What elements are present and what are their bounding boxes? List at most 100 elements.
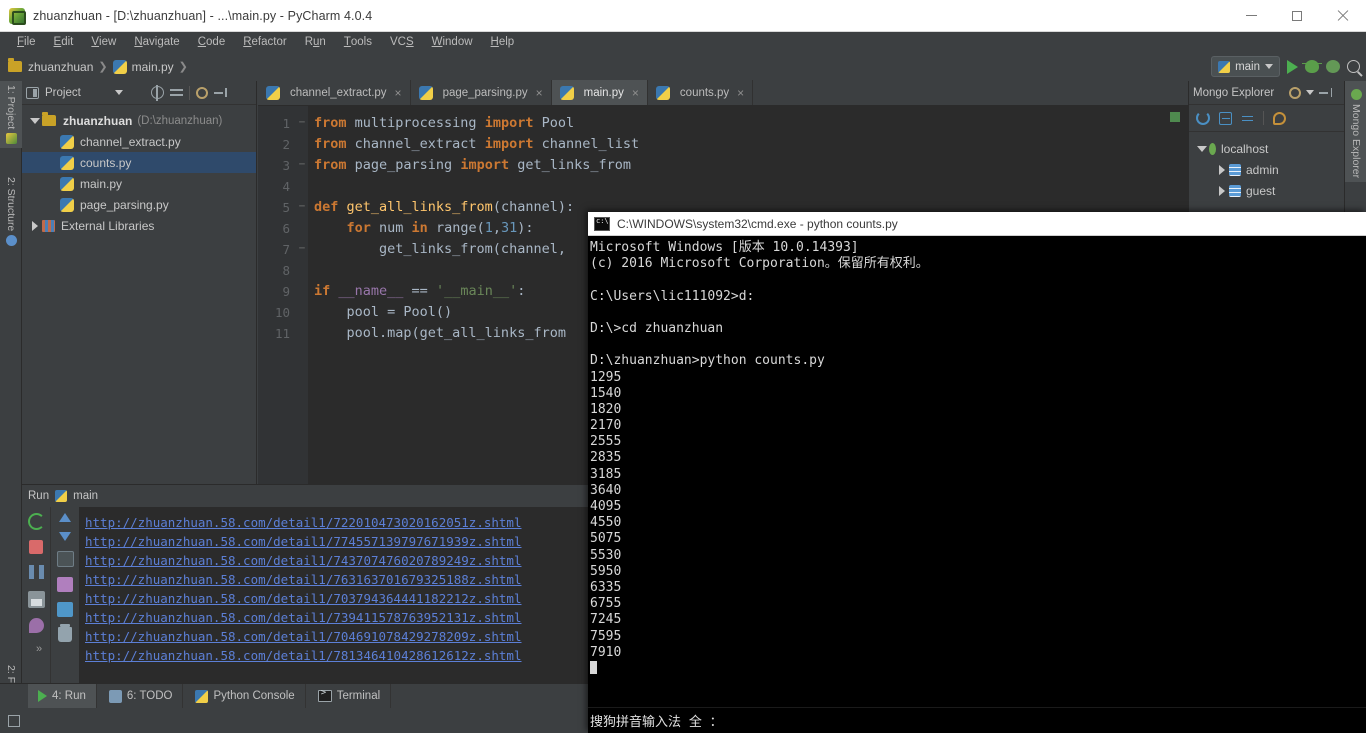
close-icon[interactable]: × [737,86,744,100]
overflow-icon[interactable]: » [30,643,42,655]
tree-toggle[interactable] [1215,185,1229,196]
bottom-tab-terminal[interactable]: Terminal [308,683,392,709]
mongo-tree-item[interactable]: localhost [1189,138,1344,159]
project-tree-item[interactable]: main.py [22,173,256,194]
tree-collapse-icon[interactable] [1219,185,1225,196]
rerun-icon[interactable] [27,513,45,530]
menu-item-tools[interactable]: Tools [335,32,381,52]
fold-marker[interactable]: ─ [296,239,308,260]
tree-expand-icon[interactable] [1197,145,1207,152]
fold-marker[interactable]: ─ [296,155,308,176]
menu-item-navigate[interactable]: Navigate [125,32,188,52]
run-output-link[interactable]: http://zhuanzhuan.58.com/detail1/7813464… [85,646,588,665]
collapse-all-icon[interactable] [169,86,183,99]
window-controls [1228,0,1366,32]
editor-tab-counts-py[interactable]: counts.py × [648,80,754,105]
run-output-link[interactable]: http://zhuanzhuan.58.com/detail1/7037943… [85,589,588,608]
tree-toggle[interactable] [1215,164,1229,175]
stop-icon[interactable] [29,540,43,554]
close-button[interactable] [1320,0,1366,32]
hide-icon[interactable] [1319,86,1333,99]
project-tree-item[interactable]: External Libraries [22,215,256,236]
maximize-button[interactable] [1274,0,1320,32]
breadcrumb-project[interactable]: zhuanzhuan [28,60,93,74]
menu-item-run[interactable]: Run [296,32,335,52]
menu-item-help[interactable]: Help [482,32,524,52]
cmd-output-line: 2555 [590,434,622,450]
mongo-tree-item[interactable]: admin [1189,159,1344,180]
settings-wrench-icon[interactable] [1273,111,1286,125]
menu-item-vcs[interactable]: VC S [381,32,423,52]
search-everywhere-icon[interactable] [1347,60,1360,73]
print-icon[interactable] [27,591,45,608]
editor-tab-page_parsing-py[interactable]: page_parsing.py × [411,80,552,105]
chevron-down-icon[interactable] [114,90,123,95]
pin-icon[interactable] [28,618,44,633]
tree-toggle[interactable] [28,220,42,231]
minimize-button[interactable] [1228,0,1274,32]
pause-icon[interactable] [28,564,45,581]
sidebar-item-structure[interactable]: 2: Structure [0,173,22,250]
mongo-tree-item[interactable]: guest [1189,180,1344,201]
cmd-window[interactable]: C:\WINDOWS\system32\cmd.exe - python cou… [588,212,1366,733]
tree-toggle[interactable] [1195,145,1209,152]
run-output-link[interactable]: http://zhuanzhuan.58.com/detail1/7745571… [85,532,588,551]
menu-item-file[interactable]: File [8,32,45,52]
menu-item-view[interactable]: View [82,32,125,52]
target-icon[interactable] [150,85,164,101]
close-icon[interactable]: × [536,86,543,100]
run-icon[interactable] [1287,59,1298,74]
fold-marker[interactable]: ─ [296,197,308,218]
bottom-tab-todo[interactable]: 6: TODO [99,683,184,709]
code-folding-gutter[interactable]: ─ ─ ─ ─ [296,106,308,484]
run-output-link[interactable]: http://zhuanzhuan.58.com/detail1/7220104… [85,513,588,532]
scroll-up-icon[interactable] [59,513,71,522]
breadcrumb-file[interactable]: main.py [132,60,174,74]
run-panel-config[interactable]: main [73,490,98,502]
tree-toggle[interactable] [28,117,42,124]
gear-icon[interactable] [1289,86,1302,99]
menu-item-window[interactable]: Window [423,32,482,52]
editor-tab-channel_extract-py[interactable]: channel_extract.py × [258,80,411,105]
tree-expand-icon[interactable] [30,117,40,124]
project-tree-item[interactable]: zhuanzhuan (D:\zhuanzhuan) [22,110,256,131]
export-icon[interactable] [57,577,73,592]
chevron-down-icon[interactable] [1306,90,1315,95]
close-icon[interactable]: × [395,86,402,100]
clear-all-icon[interactable] [58,624,72,642]
code-line: from page_parsing import get_links_from [308,155,1188,176]
collapse-all-icon[interactable] [1241,112,1254,125]
hide-icon[interactable] [213,86,227,99]
run-output-link[interactable]: http://zhuanzhuan.58.com/detail1/7046910… [85,627,588,646]
sidebar-item-project[interactable]: 1: Project [0,81,22,149]
run-console-output[interactable]: http://zhuanzhuan.58.com/detail1/7220104… [79,507,588,684]
run-output-link[interactable]: http://zhuanzhuan.58.com/detail1/7631637… [85,570,588,589]
menu-item-code[interactable]: Code [189,32,235,52]
run-output-link[interactable]: http://zhuanzhuan.58.com/detail1/7437074… [85,551,588,570]
console-icon[interactable] [57,602,73,617]
expand-all-icon[interactable] [1219,111,1232,125]
tree-collapse-icon[interactable] [32,220,38,231]
tree-collapse-icon[interactable] [1219,164,1225,175]
close-icon[interactable]: × [632,86,639,100]
fold-marker[interactable]: ─ [296,113,308,134]
project-tree-item[interactable]: channel_extract.py [22,131,256,152]
refresh-icon[interactable] [1196,111,1210,125]
bottom-tab-run[interactable]: 4: Run [28,683,97,709]
menu-item-edit[interactable]: Edit [45,32,83,52]
menu-item-refactor[interactable]: Refactor [234,32,295,52]
coverage-icon[interactable] [1326,60,1340,73]
project-tree-item[interactable]: counts.py [22,152,256,173]
debug-icon[interactable] [1302,60,1322,73]
run-configuration-selector[interactable]: main [1211,56,1280,77]
soft-wrap-icon[interactable] [56,551,74,567]
status-toggle-icon[interactable] [8,714,20,727]
project-tree-item[interactable]: page_parsing.py [22,194,256,215]
sidebar-item-mongo-explorer[interactable]: Mongo Explorer [1345,81,1366,183]
editor-tab-main-py[interactable]: main.py × [551,80,648,105]
run-output-link[interactable]: http://zhuanzhuan.58.com/detail1/7394115… [85,608,588,627]
gear-icon[interactable] [195,86,208,99]
bottom-tab-python-console[interactable]: Python Console [185,683,306,709]
cmd-console-output[interactable]: Microsoft Windows [版本 10.0.14393] (c) 201… [588,236,1366,707]
scroll-down-icon[interactable] [59,532,71,541]
